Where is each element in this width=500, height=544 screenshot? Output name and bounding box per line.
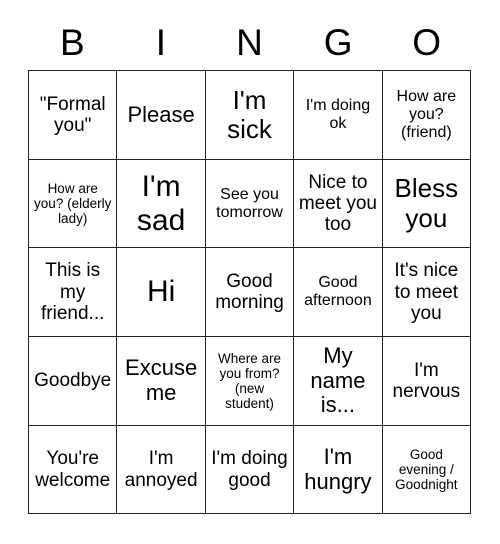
bingo-cell-label: How are you? (friend) bbox=[396, 87, 457, 141]
bingo-cell[interactable]: This is my friend... bbox=[29, 248, 118, 338]
bingo-cell-label: Good afternoon bbox=[304, 274, 372, 310]
header-letter-g: G bbox=[323, 21, 353, 63]
bingo-cell-label: I'm sick bbox=[227, 84, 272, 144]
bingo-row: Goodbye Excuse me Where are you from? (n… bbox=[29, 337, 472, 426]
bingo-cell-label: I'm doing ok bbox=[305, 96, 371, 132]
bingo-cell[interactable]: I'm doing good bbox=[205, 425, 295, 515]
bingo-cell[interactable]: I'm annoyed bbox=[117, 425, 206, 515]
bingo-cell-label: I'm sad bbox=[136, 169, 186, 237]
bingo-cell[interactable]: Please bbox=[117, 71, 206, 160]
bingo-cell[interactable]: It's nice to meet you bbox=[382, 248, 472, 338]
bingo-cell[interactable]: I'm doing ok bbox=[294, 71, 383, 160]
bingo-cell[interactable]: "Formal you" bbox=[29, 71, 118, 160]
bingo-cell[interactable]: How are you? (elderly lady) bbox=[29, 159, 118, 249]
bingo-cell[interactable]: Excuse me bbox=[117, 337, 206, 426]
bingo-cell[interactable]: I'm nervous bbox=[382, 337, 472, 426]
bingo-cell[interactable]: You're welcome bbox=[29, 425, 118, 515]
bingo-cell-label: How are you? (elderly lady) bbox=[34, 180, 112, 227]
bingo-cell[interactable]: Bless you bbox=[382, 159, 472, 249]
header-letter-o: O bbox=[412, 21, 442, 63]
bingo-row: This is my friend... Hi Good morning Goo… bbox=[29, 248, 472, 338]
bingo-cell[interactable]: Nice to meet you too bbox=[294, 159, 383, 249]
header-letter-n: N bbox=[236, 21, 263, 63]
bingo-cell[interactable]: I'm hungry bbox=[294, 425, 383, 515]
bingo-cell-label: Where are you from? (new student) bbox=[218, 350, 282, 412]
bingo-grid: "Formal you" Please I'm sick I'm doing o… bbox=[28, 70, 472, 515]
bingo-row: "Formal you" Please I'm sick I'm doing o… bbox=[29, 71, 472, 160]
bingo-row: You're welcome I'm annoyed I'm doing goo… bbox=[29, 425, 472, 515]
bingo-cell[interactable]: Good afternoon bbox=[294, 248, 383, 338]
bingo-cell[interactable]: Good morning bbox=[205, 248, 295, 338]
bingo-row: How are you? (elderly lady) I'm sad See … bbox=[29, 159, 472, 249]
bingo-cell-label: You're welcome bbox=[35, 448, 111, 491]
bingo-cell[interactable]: I'm sad bbox=[117, 159, 206, 249]
bingo-cell-label: My name is... bbox=[310, 342, 366, 418]
bingo-cell-label: Good morning bbox=[215, 270, 284, 314]
header-letter-i: I bbox=[155, 21, 167, 63]
bingo-cell-label: Goodbye bbox=[34, 370, 112, 392]
bingo-cell-label: I'm doing good bbox=[211, 448, 288, 491]
header-letter-b: B bbox=[59, 21, 85, 63]
bingo-cell[interactable]: Where are you from? (new student) bbox=[205, 337, 295, 426]
bingo-cell[interactable]: Good evening / Goodnight bbox=[382, 425, 472, 515]
bingo-cell-label: Good evening / Goodnight bbox=[395, 446, 458, 493]
bingo-cell[interactable]: My name is... bbox=[294, 337, 383, 426]
bingo-cell[interactable]: I'm sick bbox=[205, 71, 295, 160]
bingo-cell-label: Excuse me bbox=[125, 355, 198, 405]
bingo-header: B I N G O bbox=[28, 14, 471, 70]
bingo-cell-label: I'm hungry bbox=[304, 443, 372, 494]
bingo-cell-label: Bless you bbox=[394, 173, 459, 233]
bingo-cell-label: See you tomorrow bbox=[216, 185, 283, 221]
bingo-cell[interactable]: How are you? (friend) bbox=[382, 71, 472, 160]
bingo-cell-label: I'm nervous bbox=[392, 359, 461, 402]
bingo-cell-label: I'm annoyed bbox=[124, 448, 198, 491]
bingo-cell-label: Please bbox=[127, 101, 195, 127]
bingo-cell-label: This is my friend... bbox=[41, 260, 105, 324]
bingo-cell-label: Nice to meet you too bbox=[298, 171, 377, 236]
bingo-cell-label: Hi bbox=[146, 275, 176, 309]
bingo-card: B I N G O "Formal you" Please I'm sick I… bbox=[28, 14, 472, 515]
bingo-cell-label: It's nice to meet you bbox=[394, 260, 459, 324]
bingo-cell[interactable]: See you tomorrow bbox=[205, 159, 295, 249]
bingo-cell[interactable]: Hi bbox=[117, 248, 206, 338]
bingo-cell-label: "Formal you" bbox=[39, 93, 106, 136]
bingo-cell[interactable]: Goodbye bbox=[29, 337, 118, 426]
